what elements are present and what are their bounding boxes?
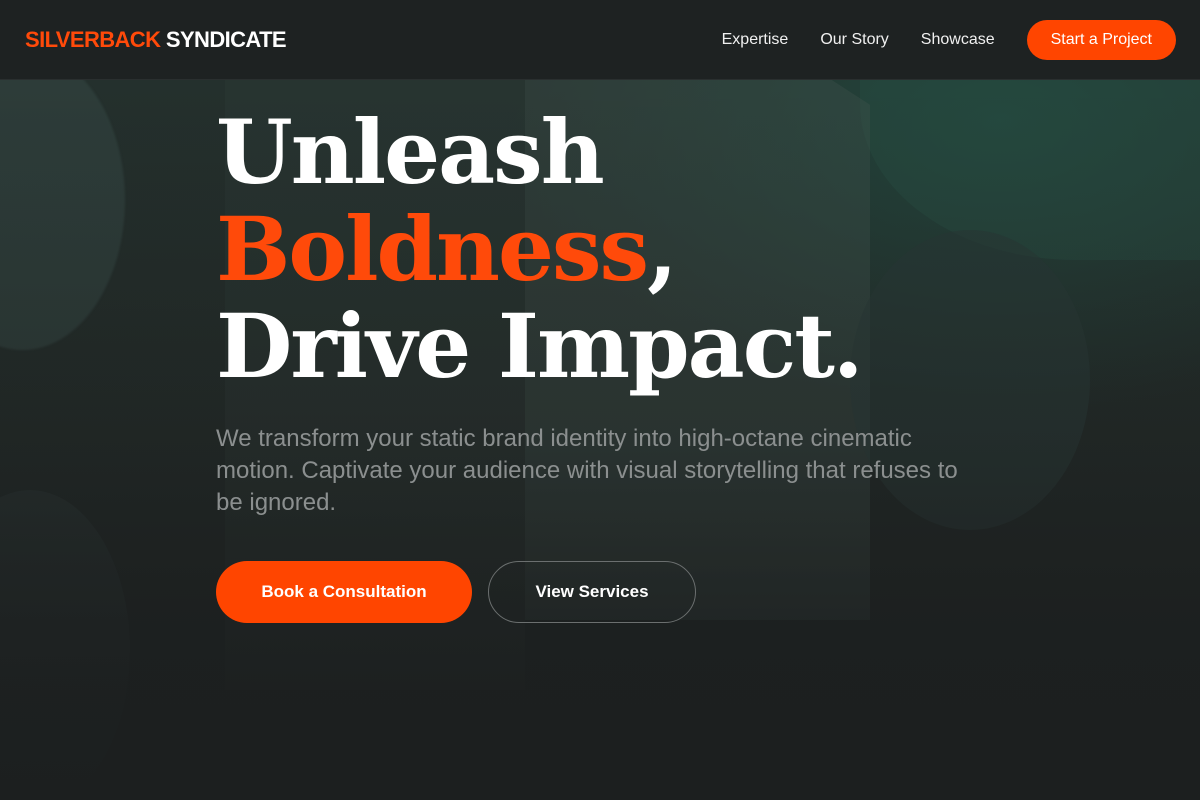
headline-line-2: Boldness, <box>216 201 1016 298</box>
hero-headline: Unleash Boldness, Drive Impact. <box>216 104 1016 395</box>
book-consultation-button[interactable]: Book a Consultation <box>216 561 472 623</box>
landing-page: SILVERBACK SYNDICATE Expertise Our Story… <box>0 0 1200 800</box>
main-nav: Expertise Our Story Showcase Start a Pro… <box>722 19 1176 60</box>
view-services-button[interactable]: View Services <box>488 561 696 623</box>
logo-accent-text: SILVERBACK <box>25 26 161 52</box>
nav-link-showcase[interactable]: Showcase <box>921 31 995 49</box>
hero-cta-row: Book a Consultation View Services <box>216 561 1016 623</box>
headline-accent-word: Boldness <box>216 197 649 301</box>
hero-content: Unleash Boldness, Drive Impact. We trans… <box>216 104 1016 623</box>
site-header: SILVERBACK SYNDICATE Expertise Our Story… <box>0 0 1200 80</box>
nav-link-expertise[interactable]: Expertise <box>722 31 789 49</box>
start-project-button[interactable]: Start a Project <box>1026 19 1176 60</box>
headline-line-3: Drive Impact. <box>216 294 864 398</box>
hero-subtext: We transform your static brand identity … <box>216 425 958 516</box>
brand-logo[interactable]: SILVERBACK SYNDICATE <box>25 26 287 53</box>
headline-line-1: Unleash <box>216 100 605 204</box>
logo-rest-text: SYNDICATE <box>160 26 287 52</box>
nav-link-our-story[interactable]: Our Story <box>820 31 888 49</box>
headline-comma: , <box>647 197 678 301</box>
